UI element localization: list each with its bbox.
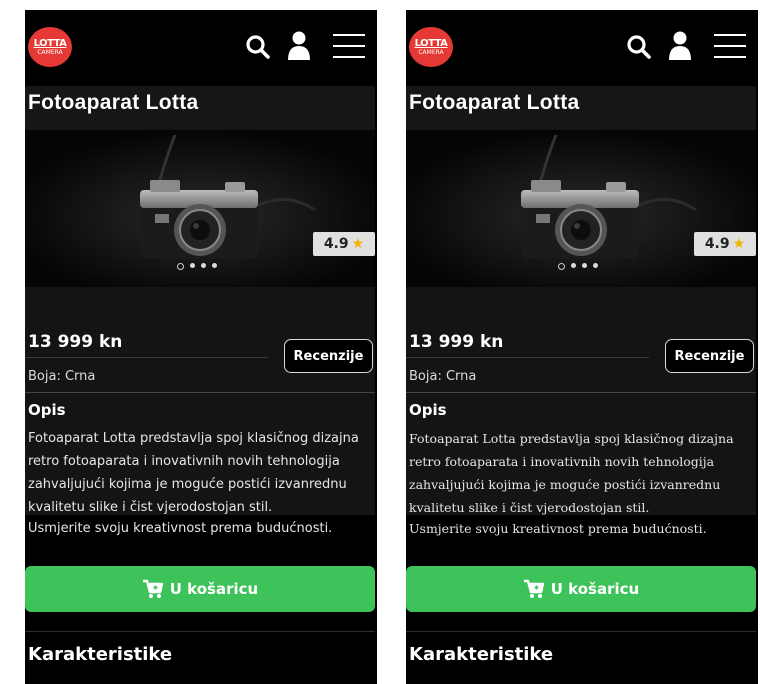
rating-badge: 4.9 ★ <box>694 232 756 256</box>
carousel-dot[interactable] <box>201 263 206 268</box>
divider <box>406 357 649 358</box>
product-title: Fotoaparat Lotta <box>28 91 199 114</box>
carousel-dot[interactable] <box>558 263 565 270</box>
product-title-bar: Fotoaparat Lotta <box>25 86 375 130</box>
rating-badge: 4.9 ★ <box>313 232 375 256</box>
features-heading[interactable]: Karakteristike <box>28 644 172 665</box>
product-image-carousel[interactable]: 4.9 ★ <box>25 130 375 287</box>
divider <box>406 392 756 393</box>
reviews-button[interactable]: Recenzije <box>665 339 754 373</box>
user-icon[interactable] <box>667 30 693 60</box>
product-slogan: Usmjerite svoju kreativnost prema budućn… <box>28 521 333 536</box>
carousel-dot[interactable] <box>212 263 217 268</box>
add-to-cart-label: U košaricu <box>169 580 259 598</box>
description-heading: Opis <box>28 401 66 419</box>
product-info-panel: 13 999 kn Recenzije Boja: Crna Opis Foto… <box>406 287 756 515</box>
carousel-dot[interactable] <box>177 263 184 270</box>
product-color: Boja: Crna <box>409 369 477 384</box>
carousel-dot[interactable] <box>582 263 587 268</box>
cart-icon <box>523 579 544 598</box>
carousel-dot[interactable] <box>593 263 598 268</box>
product-title-bar: Fotoaparat Lotta <box>406 86 756 130</box>
menu-icon[interactable] <box>332 32 366 60</box>
search-icon[interactable] <box>245 34 271 60</box>
add-to-cart-button[interactable]: U košaricu <box>406 566 756 612</box>
product-slogan: Usmjerite svoju kreativnost prema budućn… <box>409 521 707 536</box>
product-price: 13 999 kn <box>409 332 504 352</box>
product-description: Fotoaparat Lotta predstavlja spoj klasič… <box>28 431 359 515</box>
divider <box>25 631 375 632</box>
top-navigation: LOTTA CAMERA <box>406 10 758 84</box>
user-icon[interactable] <box>286 30 312 60</box>
product-color: Boja: Crna <box>28 369 96 384</box>
product-price: 13 999 kn <box>28 332 123 352</box>
description-heading: Opis <box>409 401 447 419</box>
star-icon: ★ <box>351 236 365 252</box>
carousel-dots <box>558 263 598 270</box>
features-heading[interactable]: Karakteristike <box>409 644 553 665</box>
carousel-dot[interactable] <box>571 263 576 268</box>
reviews-button[interactable]: Recenzije <box>284 339 373 373</box>
product-description: Fotoaparat Lotta predstavlja spoj klasič… <box>409 431 734 515</box>
lotta-logo[interactable]: LOTTA CAMERA <box>409 27 453 67</box>
divider <box>25 357 268 358</box>
top-navigation: LOTTA CAMERA <box>25 10 377 84</box>
carousel-dot[interactable] <box>190 263 195 268</box>
divider <box>406 631 756 632</box>
menu-icon[interactable] <box>713 32 747 60</box>
lotta-logo[interactable]: LOTTA CAMERA <box>28 27 72 67</box>
add-to-cart-button[interactable]: U košaricu <box>25 566 375 612</box>
search-icon[interactable] <box>626 34 652 60</box>
product-title: Fotoaparat Lotta <box>409 91 580 114</box>
cart-icon <box>142 579 163 598</box>
product-image-carousel[interactable]: 4.9 ★ <box>406 130 756 287</box>
divider <box>25 392 375 393</box>
add-to-cart-label: U košaricu <box>550 580 640 598</box>
mobile-view-serif: LOTTA CAMERA Fotoaparat Lotta 4.9 ★ 13 9… <box>406 10 758 684</box>
carousel-dots <box>177 263 217 270</box>
mobile-view-sans: LOTTA CAMERA Fotoaparat Lotta 4.9 ★ 13 9… <box>25 10 377 684</box>
product-info-panel: 13 999 kn Recenzije Boja: Crna Opis Foto… <box>25 287 375 515</box>
star-icon: ★ <box>732 236 746 252</box>
